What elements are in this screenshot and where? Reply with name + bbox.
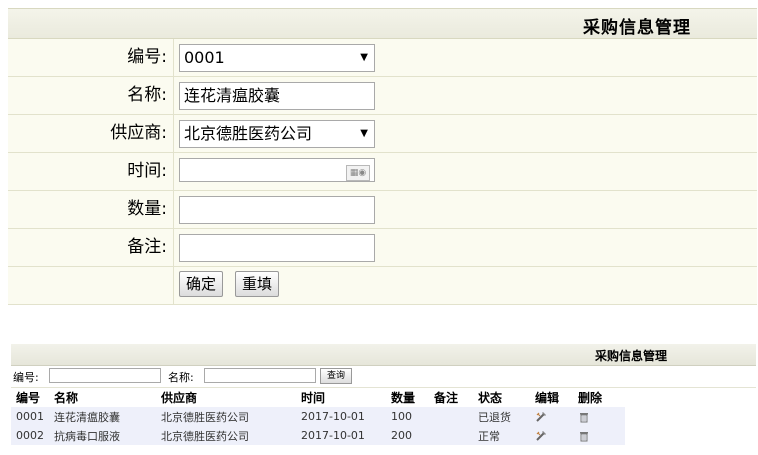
cell-supplier: 北京德胜医药公司	[161, 426, 301, 445]
cell-note	[434, 426, 478, 445]
search-id-label: 编号:	[13, 371, 39, 384]
name-input[interactable]: 连花清瘟胶囊	[179, 82, 375, 110]
edit-cell	[535, 407, 578, 426]
delete-cell	[578, 426, 625, 445]
quantity-label: 数量:	[8, 191, 174, 228]
cell-name: 抗病毒口服液	[54, 426, 161, 445]
cell-status: 已退货	[478, 407, 535, 426]
time-input[interactable]: ▦◉	[179, 158, 375, 182]
cell-id: 0001	[11, 407, 54, 426]
col-header-name: 名称	[54, 391, 79, 405]
time-label: 时间:	[8, 153, 174, 190]
purchase-list: 采购信息管理 编号: 名称: 查询 编号 名称 供应商 时间 数量 备注 状态 …	[11, 344, 756, 445]
chevron-down-icon: ▼	[360, 52, 368, 63]
col-header-status: 状态	[478, 391, 503, 405]
search-name-input[interactable]	[204, 368, 316, 383]
col-header-delete: 删除	[578, 391, 603, 405]
form-row-id: 编号: 0001 ▼	[8, 39, 757, 77]
id-select[interactable]: 0001 ▼	[179, 44, 375, 72]
search-id-input[interactable]	[49, 368, 161, 383]
form-row-note: 备注:	[8, 229, 757, 267]
chevron-down-icon: ▼	[360, 128, 368, 139]
supplier-select-value: 北京德胜医药公司	[184, 124, 313, 143]
name-label: 名称:	[8, 77, 174, 114]
cell-quantity: 100	[391, 407, 434, 426]
table-row: 0001 连花清瘟胶囊 北京德胜医药公司 2017-10-01 100 已退货	[11, 407, 625, 426]
search-name-label: 名称:	[168, 371, 194, 384]
col-header-edit: 编辑	[535, 391, 560, 405]
cell-time: 2017-10-01	[301, 407, 391, 426]
col-header-id: 编号	[16, 391, 41, 405]
form-row-name: 名称: 连花清瘟胶囊	[8, 77, 757, 115]
cell-supplier: 北京德胜医药公司	[161, 407, 301, 426]
id-select-value: 0001	[184, 48, 225, 67]
purchase-form: 采购信息管理 编号: 0001 ▼ 名称: 连花清瘟胶囊 供应商: 北京德胜医药…	[8, 8, 757, 305]
buttons-label-cell	[8, 267, 174, 304]
col-header-note: 备注	[434, 391, 459, 405]
cell-id: 0002	[11, 426, 54, 445]
supplier-select[interactable]: 北京德胜医药公司 ▼	[179, 120, 375, 148]
trash-icon[interactable]	[578, 411, 590, 423]
note-label: 备注:	[8, 229, 174, 266]
list-header: 采购信息管理	[11, 344, 756, 366]
form-row-supplier: 供应商: 北京德胜医药公司 ▼	[8, 115, 757, 153]
reset-button[interactable]: 重填	[235, 271, 280, 297]
cell-quantity: 200	[391, 426, 434, 445]
confirm-button[interactable]: 确定	[179, 271, 224, 297]
form-row-quantity: 数量:	[8, 191, 757, 229]
form-row-time: 时间: ▦◉	[8, 153, 757, 191]
cell-time: 2017-10-01	[301, 426, 391, 445]
supplier-label: 供应商:	[8, 115, 174, 152]
calendar-icon[interactable]: ▦◉	[346, 165, 370, 181]
form-header: 采购信息管理	[8, 9, 757, 39]
edit-cell	[535, 426, 578, 445]
trash-icon[interactable]	[578, 430, 590, 442]
quantity-input[interactable]	[179, 196, 375, 224]
cell-note	[434, 407, 478, 426]
form-row-buttons: 确定 重填	[8, 267, 757, 305]
list-title: 采购信息管理	[594, 349, 667, 363]
table-header-row: 编号 名称 供应商 时间 数量 备注 状态 编辑 删除	[11, 388, 625, 407]
table-row: 0002 抗病毒口服液 北京德胜医药公司 2017-10-01 200 正常	[11, 426, 625, 445]
delete-cell	[578, 407, 625, 426]
edit-icon[interactable]	[535, 411, 547, 423]
query-button[interactable]: 查询	[320, 368, 352, 384]
cell-status: 正常	[478, 426, 535, 445]
col-header-time: 时间	[301, 391, 326, 405]
search-bar: 编号: 名称: 查询	[11, 366, 756, 388]
form-title: 采购信息管理	[583, 18, 691, 38]
cell-name: 连花清瘟胶囊	[54, 407, 161, 426]
col-header-quantity: 数量	[391, 391, 416, 405]
purchase-table: 编号 名称 供应商 时间 数量 备注 状态 编辑 删除 0001 连花清瘟胶囊 …	[11, 388, 625, 445]
id-label: 编号:	[8, 39, 174, 76]
col-header-supplier: 供应商	[161, 391, 198, 405]
note-input[interactable]	[179, 234, 375, 262]
edit-icon[interactable]	[535, 430, 547, 442]
